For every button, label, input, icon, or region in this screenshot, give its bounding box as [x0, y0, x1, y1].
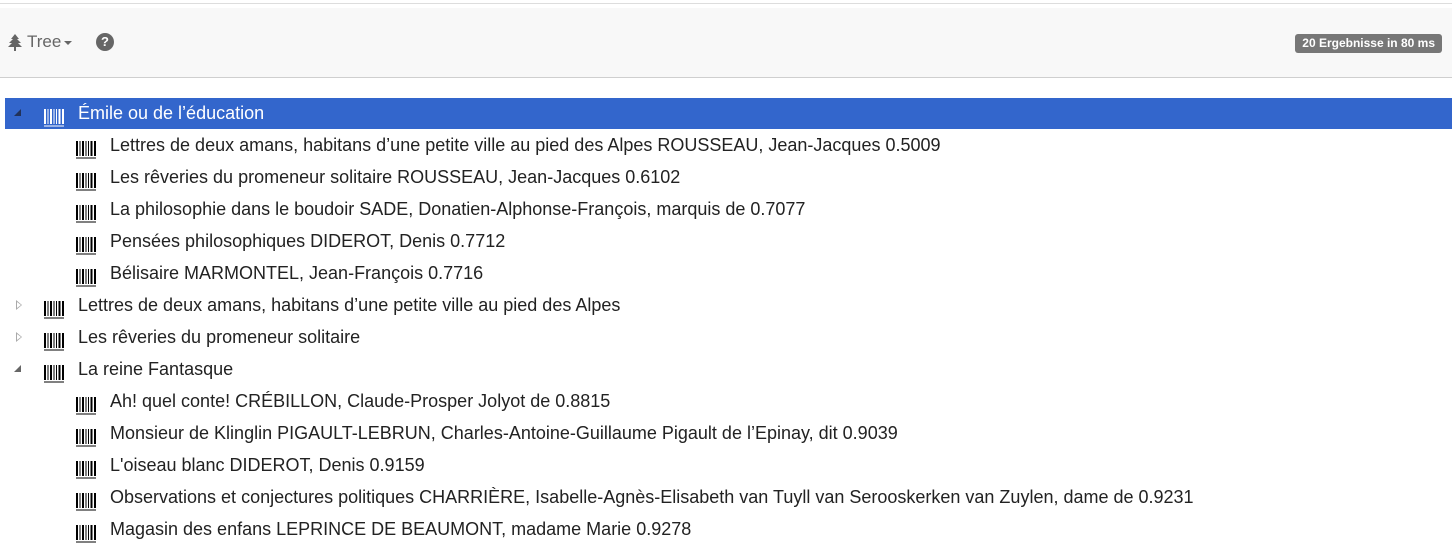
collapsed-toggle-icon[interactable] [16, 332, 22, 342]
barcode-icon [76, 393, 96, 415]
barcode-icon [76, 457, 96, 479]
tree-item-label: Émile ou de l’éducation [78, 103, 265, 123]
collapsed-toggle-icon[interactable] [16, 300, 22, 310]
barcode-icon [76, 521, 96, 543]
tree-child-item[interactable]: Ah! quel conte! CRÉBILLON, Claude-Prospe… [0, 385, 1452, 417]
tree-item-label: Monsieur de Klinglin PIGAULT-LEBRUN, Cha… [110, 423, 898, 443]
barcode-icon [44, 361, 64, 383]
tree-child-item[interactable]: Pensées philosophiques DIDEROT, Denis 0.… [0, 225, 1452, 257]
tree-item-label: Magasin des enfans LEPRINCE DE BEAUMONT,… [110, 519, 692, 539]
tree-child-item[interactable]: Les rêveries du promeneur solitaire ROUS… [0, 161, 1452, 193]
barcode-icon [76, 233, 96, 255]
results-tree: Émile ou de l’éducation Lettres de deux a… [0, 97, 1452, 545]
barcode-icon [44, 329, 64, 351]
barcode-icon [76, 169, 96, 191]
toolbar: Tree ? 20 Ergebnisse in 80 ms [0, 8, 1452, 78]
tree-node[interactable]: Lettres de deux amans, habitans d’une pe… [0, 289, 1452, 321]
tree-child-item[interactable]: L'oiseau blanc DIDEROT, Denis 0.9159 [0, 449, 1452, 481]
chevron-down-icon [64, 41, 73, 45]
tree-child-item[interactable]: Observations et conjectures politiques C… [0, 481, 1452, 513]
tree-item-label: Lettres de deux amans, habitans d’une pe… [78, 295, 621, 315]
barcode-icon [76, 425, 96, 447]
tree-child-item[interactable]: Lettres de deux amans, habitans d’une pe… [0, 129, 1452, 161]
tree-item-label: Bélisaire MARMONTEL, Jean-François 0.771… [110, 263, 484, 283]
expanded-toggle-icon[interactable] [14, 109, 21, 116]
tree-icon [8, 34, 22, 51]
tree-child-item[interactable]: Bélisaire MARMONTEL, Jean-François 0.771… [0, 257, 1452, 289]
tree-item-label: L'oiseau blanc DIDEROT, Denis 0.9159 [110, 455, 425, 475]
barcode-icon [44, 105, 64, 127]
expanded-toggle-icon[interactable] [14, 365, 21, 372]
tree-view-label: Tree [27, 32, 62, 51]
help-icon[interactable]: ? [96, 33, 114, 51]
tree-item-label: Ah! quel conte! CRÉBILLON, Claude-Prospe… [110, 391, 611, 411]
tree-node[interactable]: Émile ou de l’éducation [0, 97, 1452, 129]
tree-view-dropdown[interactable]: Tree [7, 32, 73, 52]
tree-item-label: Les rêveries du promeneur solitaire [78, 327, 361, 347]
barcode-icon [76, 137, 96, 159]
barcode-icon [76, 489, 96, 511]
tree-node[interactable]: Les rêveries du promeneur solitaire [0, 321, 1452, 353]
top-border [0, 3, 1452, 4]
tree-child-item[interactable]: Monsieur de Klinglin PIGAULT-LEBRUN, Cha… [0, 417, 1452, 449]
tree-child-item[interactable]: Magasin des enfans LEPRINCE DE BEAUMONT,… [0, 513, 1452, 545]
tree-item-label: La philosophie dans le boudoir SADE, Don… [110, 199, 806, 219]
tree-node[interactable]: La reine Fantasque [0, 353, 1452, 385]
tree-child-item[interactable]: La philosophie dans le boudoir SADE, Don… [0, 193, 1452, 225]
barcode-icon [76, 265, 96, 287]
tree-item-label: Pensées philosophiques DIDEROT, Denis 0.… [110, 231, 506, 251]
barcode-icon [76, 201, 96, 223]
tree-item-label: Lettres de deux amans, habitans d’une pe… [110, 135, 941, 155]
results-count-badge: 20 Ergebnisse in 80 ms [1295, 34, 1442, 53]
barcode-icon [44, 297, 64, 319]
tree-item-label: Les rêveries du promeneur solitaire ROUS… [110, 167, 681, 187]
tree-item-label: Observations et conjectures politiques C… [110, 487, 1194, 507]
tree-item-label: La reine Fantasque [78, 359, 234, 379]
